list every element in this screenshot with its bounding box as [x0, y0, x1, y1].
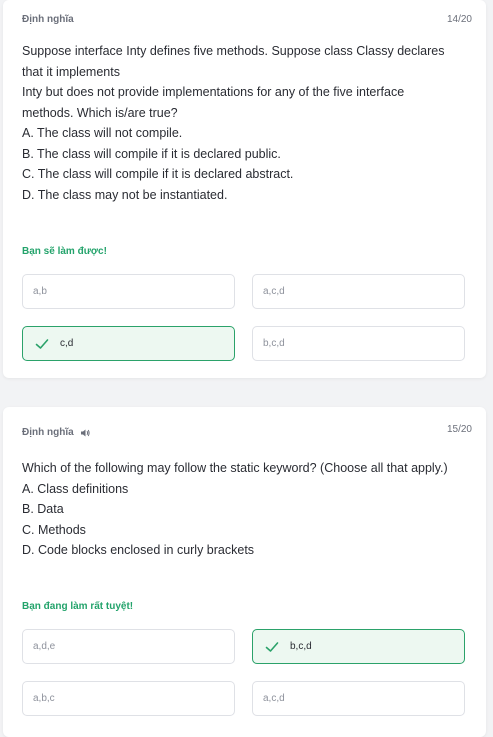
- option-label: b,c,d: [290, 641, 312, 652]
- question-card: Định nghĩa 14/20 Suppose interface Inty …: [3, 0, 486, 378]
- question-line: C. Methods: [22, 522, 86, 537]
- term-label: Định nghĩa: [22, 427, 90, 438]
- question-line: Inty but does not provide implementation…: [22, 85, 405, 99]
- answer-option[interactable]: a,b: [22, 274, 235, 309]
- term-label-text: Định nghĩa: [22, 14, 74, 25]
- answer-option[interactable]: a,b,c: [22, 681, 235, 716]
- option-label: a,c,d: [263, 693, 285, 704]
- question-counter: 15/20: [446, 424, 472, 435]
- question-line: A. Class definitions: [22, 481, 129, 496]
- check-icon: [265, 641, 279, 652]
- term-label-text: Định nghĩa: [22, 427, 74, 438]
- check-icon: [35, 338, 49, 349]
- term-label: Định nghĩa: [22, 14, 74, 25]
- question-line: D. The class may not be instantiated.: [22, 187, 228, 202]
- question-line: C. The class will compile if it is decla…: [22, 167, 294, 181]
- option-label: a,b,c: [33, 693, 55, 704]
- question-line: D. Code blocks enclosed in curly bracket…: [22, 543, 255, 557]
- option-label: b,c,d: [263, 338, 285, 349]
- question-line: B. The class will compile if it is decla…: [22, 146, 281, 161]
- question-line: Suppose interface Inty defines five meth…: [22, 44, 445, 58]
- answer-option[interactable]: a,c,d: [252, 274, 465, 309]
- option-label: a,c,d: [263, 286, 285, 297]
- question-line: A. The class will not compile.: [22, 126, 183, 140]
- feedback-message: Bạn sẽ làm được!: [22, 246, 107, 257]
- question-line: that it implements: [22, 64, 120, 79]
- question-line: Which of the following may follow the st…: [22, 461, 448, 475]
- question-line: methods. Which is/are true?: [22, 105, 178, 120]
- answer-option-correct[interactable]: c,d: [22, 326, 235, 361]
- speaker-icon[interactable]: [80, 428, 90, 438]
- question-text: Which of the following may follow the st…: [22, 458, 467, 561]
- answer-option-correct[interactable]: b,c,d: [252, 629, 465, 664]
- question-counter: 14/20: [446, 14, 472, 25]
- question-line: B. Data: [22, 502, 64, 516]
- option-label: a,b: [33, 286, 47, 297]
- answer-option[interactable]: a,c,d: [252, 681, 465, 716]
- option-label: c,d: [60, 338, 74, 349]
- answer-option[interactable]: b,c,d: [252, 326, 465, 361]
- feedback-message: Bạn đang làm rất tuyệt!: [22, 601, 134, 612]
- option-label: a,d,e: [33, 641, 56, 652]
- question-card: Định nghĩa 15/20 Which of the following …: [3, 407, 486, 737]
- answer-option[interactable]: a,d,e: [22, 629, 235, 664]
- question-text: Suppose interface Inty defines five meth…: [22, 41, 467, 205]
